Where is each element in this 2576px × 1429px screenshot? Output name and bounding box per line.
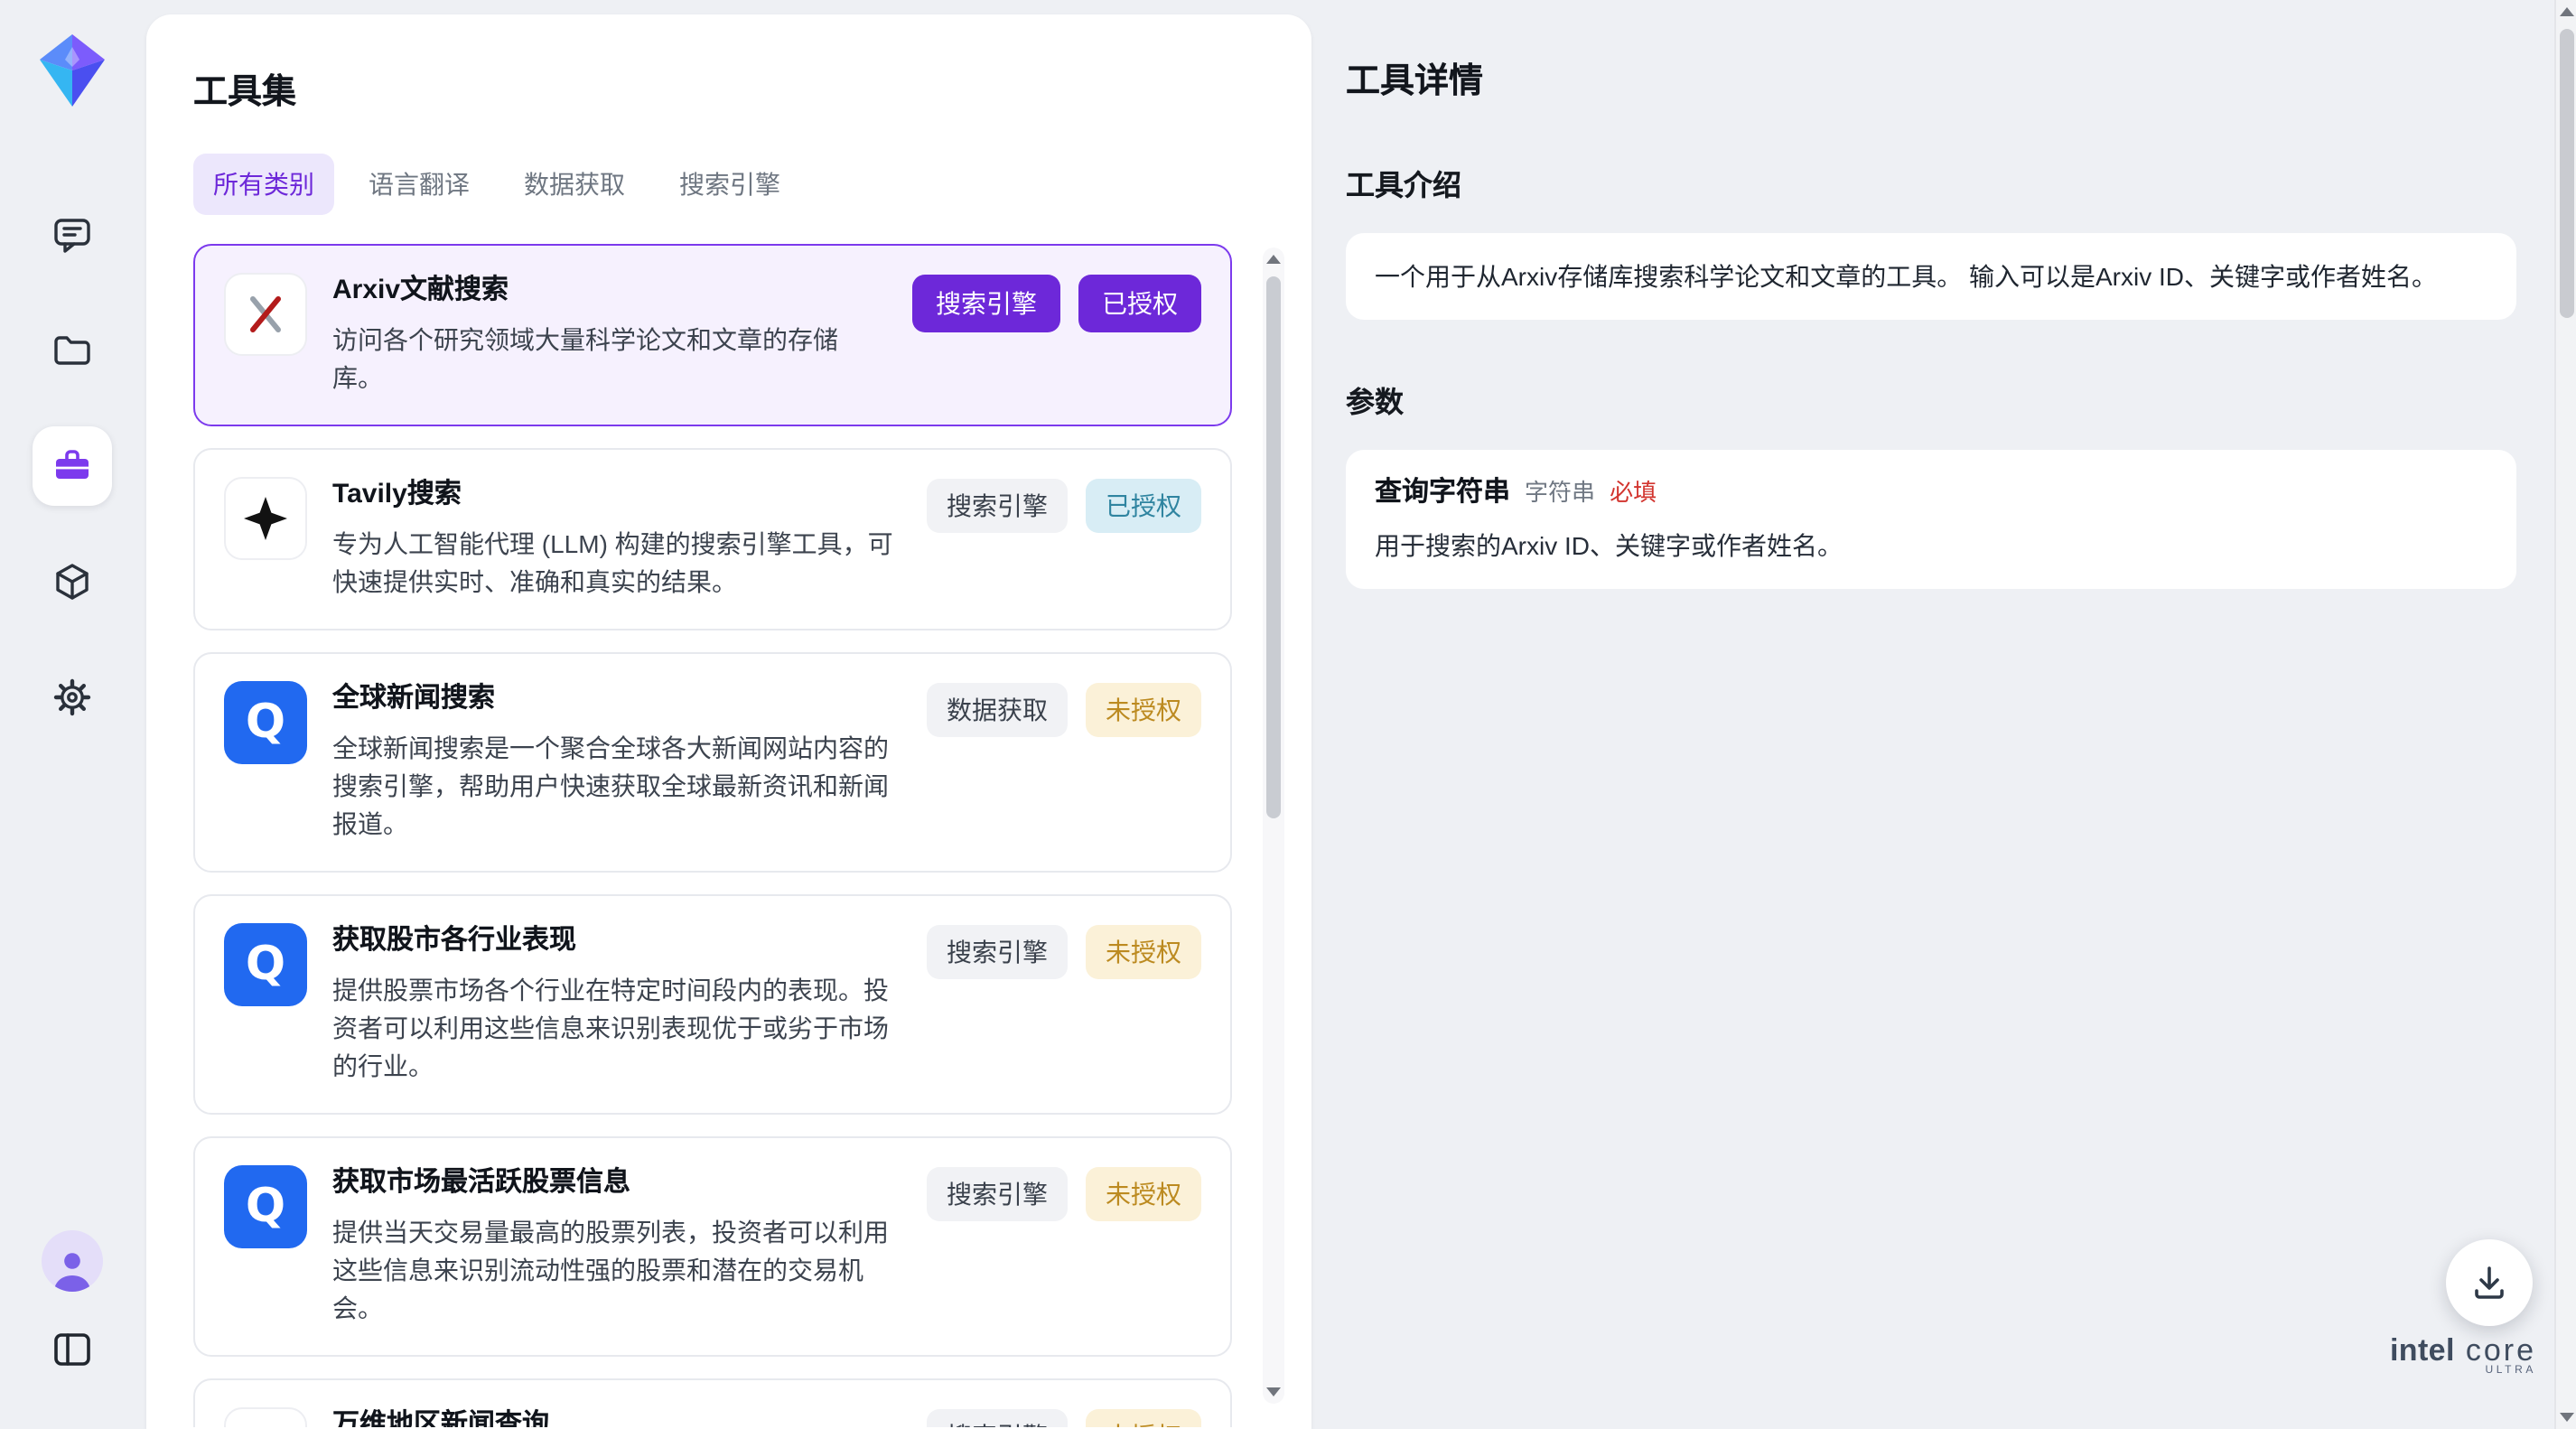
q-logo-icon: Q (224, 1165, 307, 1248)
tool-card-global-news[interactable]: Q 全球新闻搜索 全球新闻搜索是一个聚合全球各大新闻网站内容的搜索引擎，帮助用户… (193, 652, 1232, 873)
tool-card-sector-performance[interactable]: Q 获取股市各行业表现 提供股票市场各个行业在特定时间段内的表现。投资者可以利用… (193, 894, 1232, 1115)
sidebar-item-models[interactable] (33, 542, 112, 621)
user-avatar[interactable] (42, 1230, 103, 1292)
q-logo-icon: Q (224, 923, 307, 1006)
page-title: 工具集 (193, 65, 1311, 114)
download-icon (2469, 1263, 2509, 1303)
tool-category-tag: 搜索引擎 (927, 1409, 1068, 1427)
param-description: 用于搜索的Arxiv ID、关键字或作者姓名。 (1375, 528, 2487, 564)
tool-details-panel: 工具详情 工具介绍 一个用于从Arxiv存储库搜索科学论文和文章的工具。 输入可… (1346, 0, 2516, 589)
sidebar-layout-icon (51, 1328, 94, 1371)
intel-wordmark: intel (2390, 1333, 2455, 1369)
scroll-up-arrow-icon[interactable] (1266, 255, 1281, 264)
tool-auth-badge: 未授权 (1086, 1167, 1201, 1221)
left-rail (0, 0, 145, 1429)
tool-authorized-button[interactable]: 已授权 (1078, 275, 1201, 332)
chat-icon (51, 213, 94, 257)
folder-icon (51, 329, 94, 372)
tab-data-fetch[interactable]: 数据获取 (504, 154, 645, 215)
document-icon (224, 1407, 307, 1427)
tool-title: Arxiv文献搜索 (332, 273, 887, 307)
tool-category-tag: 搜索引擎 (927, 1167, 1068, 1221)
tool-auth-badge: 未授权 (1086, 925, 1201, 979)
tool-description: 提供当天交易量最高的股票列表，投资者可以利用这些信息来识别流动性强的股票和潜在的… (332, 1214, 901, 1328)
ultra-wordmark: ULTRA (2486, 1366, 2536, 1377)
details-title: 工具详情 (1346, 54, 2516, 103)
tool-title: 获取市场最活跃股票信息 (332, 1165, 901, 1200)
tab-search-engine[interactable]: 搜索引擎 (659, 154, 800, 215)
tool-title: 万维地区新闻查询 (332, 1407, 901, 1427)
tool-title: Tavily搜索 (332, 477, 901, 511)
tool-category-tag: 搜索引擎 (927, 925, 1068, 979)
tool-auth-badge: 未授权 (1086, 683, 1201, 737)
tool-description: 专为人工智能代理 (LLM) 构建的搜索引擎工具，可快速提供实时、准确和真实的结… (332, 526, 901, 602)
tab-all-categories[interactable]: 所有类别 (193, 154, 334, 215)
panel-toggle-button[interactable] (40, 1317, 105, 1382)
arxiv-logo-icon (224, 273, 307, 356)
scroll-up-arrow-icon[interactable] (2560, 7, 2574, 16)
download-button[interactable] (2446, 1239, 2533, 1326)
tool-card-arxiv[interactable]: Arxiv文献搜索 访问各个研究领域大量科学论文和文章的存储库。 搜索引擎 已授… (193, 244, 1232, 426)
tab-translation[interactable]: 语言翻译 (349, 154, 490, 215)
q-logo-icon: Q (224, 681, 307, 764)
scrollbar-thumb[interactable] (1266, 276, 1281, 818)
briefcase-icon (51, 444, 94, 488)
tool-description: 全球新闻搜索是一个聚合全球各大新闻网站内容的搜索引擎，帮助用户快速获取全球最新资… (332, 730, 901, 844)
param-required-flag: 必填 (1610, 475, 1657, 511)
category-tabs: 所有类别 语言翻译 数据获取 搜索引擎 (193, 154, 1311, 215)
user-icon (47, 1245, 98, 1292)
scrollbar-thumb[interactable] (2560, 29, 2574, 318)
app-logo-icon (31, 29, 114, 112)
param-type: 字符串 (1525, 475, 1595, 511)
app-window: 工具集 所有类别 语言翻译 数据获取 搜索引擎 Arxiv文献搜索 访问各个研究… (0, 0, 2576, 1429)
sidebar-item-files[interactable] (33, 311, 112, 390)
tool-list: Arxiv文献搜索 访问各个研究领域大量科学论文和文章的存储库。 搜索引擎 已授… (193, 244, 1311, 1427)
tool-card-active-stocks[interactable]: Q 获取市场最活跃股票信息 提供当天交易量最高的股票列表，投资者可以利用这些信息… (193, 1136, 1232, 1357)
sidebar-item-tools[interactable] (33, 426, 112, 506)
intro-heading: 工具介绍 (1346, 161, 2516, 204)
toolset-panel: 工具集 所有类别 语言翻译 数据获取 搜索引擎 Arxiv文献搜索 访问各个研究… (146, 14, 1311, 1429)
tool-category-tag: 数据获取 (927, 683, 1068, 737)
tool-category-tag: 搜索引擎 (927, 479, 1068, 533)
param-box: 查询字符串 字符串 必填 用于搜索的Arxiv ID、关键字或作者姓名。 (1346, 450, 2516, 589)
scroll-down-arrow-icon[interactable] (2560, 1413, 2574, 1422)
core-wordmark: core (2466, 1333, 2536, 1369)
tool-category-button[interactable]: 搜索引擎 (912, 275, 1060, 332)
param-name: 查询字符串 (1375, 475, 1510, 511)
scroll-down-arrow-icon[interactable] (1266, 1387, 1281, 1396)
tool-auth-badge: 已授权 (1086, 479, 1201, 533)
tool-description: 访问各个研究领域大量科学论文和文章的存储库。 (332, 322, 887, 397)
sidebar-item-chat[interactable] (33, 195, 112, 275)
tool-title: 获取股市各行业表现 (332, 923, 901, 957)
params-heading: 参数 (1346, 378, 2516, 421)
tool-description: 提供股票市场各个行业在特定时间段内的表现。投资者可以利用这些信息来识别表现优于或… (332, 972, 901, 1086)
sidebar-item-settings[interactable] (33, 658, 112, 737)
tool-card-regional-news[interactable]: 万维地区新闻查询 查询具体行政区划内的新闻，快速了解各地新闻动 搜索引擎 未授权 (193, 1378, 1232, 1427)
tavily-star-icon (224, 477, 307, 560)
gear-icon (51, 676, 94, 719)
tool-auth-badge: 未授权 (1086, 1409, 1201, 1427)
tool-list-scrollbar[interactable] (1263, 248, 1284, 1404)
cube-icon (51, 560, 94, 603)
tool-card-tavily[interactable]: Tavily搜索 专为人工智能代理 (LLM) 构建的搜索引擎工具，可快速提供实… (193, 448, 1232, 630)
intel-core-ultra-logo: intel core ULTRA (2390, 1333, 2536, 1377)
intro-text-box: 一个用于从Arxiv存储库搜索科学论文和文章的工具。 输入可以是Arxiv ID… (1346, 233, 2516, 320)
tool-title: 全球新闻搜索 (332, 681, 901, 715)
window-scrollbar[interactable] (2554, 0, 2576, 1429)
